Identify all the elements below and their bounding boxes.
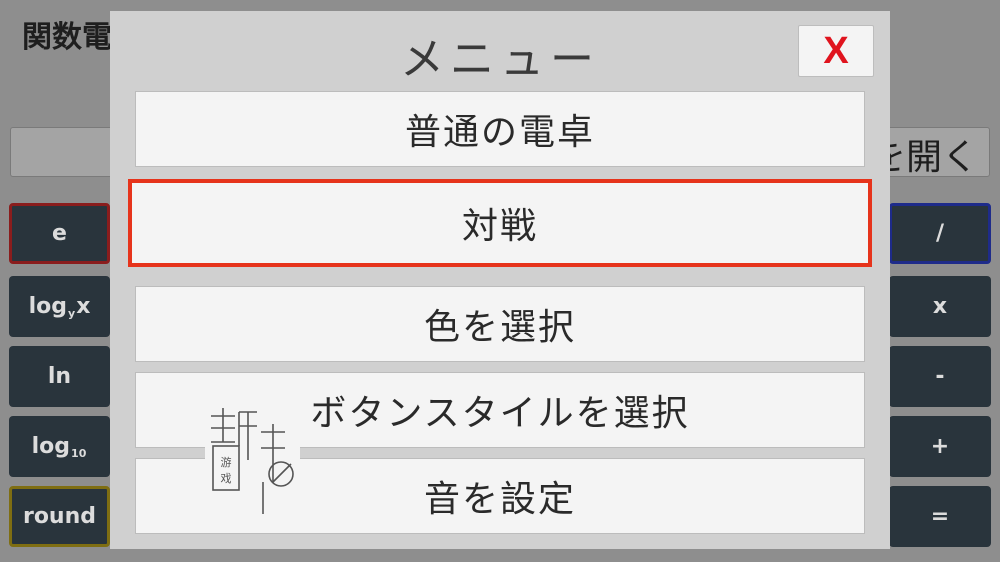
watermark-logo: 游戏: [205, 402, 300, 520]
key-round[interactable]: round: [9, 486, 110, 547]
key-minus[interactable]: -: [889, 346, 991, 407]
menu-item-normal-calculator[interactable]: 普通の電卓: [135, 91, 865, 167]
key-divide[interactable]: /: [889, 203, 991, 264]
close-icon: X: [823, 29, 849, 72]
menu-item-versus[interactable]: 対戦: [128, 179, 872, 267]
key-log10[interactable]: log 10: [9, 416, 110, 477]
key-ln[interactable]: ln: [9, 346, 110, 407]
key-logyx[interactable]: log y x: [9, 276, 110, 337]
watermark-graphic: 游戏: [211, 408, 294, 514]
key-multiply[interactable]: x: [889, 276, 991, 337]
close-button[interactable]: X: [798, 25, 874, 77]
key-plus[interactable]: +: [889, 416, 991, 477]
menu-item-select-color[interactable]: 色を選択: [135, 286, 865, 362]
menu-title: メニュー: [400, 34, 600, 85]
svg-text:游戏: 游戏: [221, 456, 232, 485]
key-equals[interactable]: =: [889, 486, 991, 547]
key-e[interactable]: e: [9, 203, 110, 264]
